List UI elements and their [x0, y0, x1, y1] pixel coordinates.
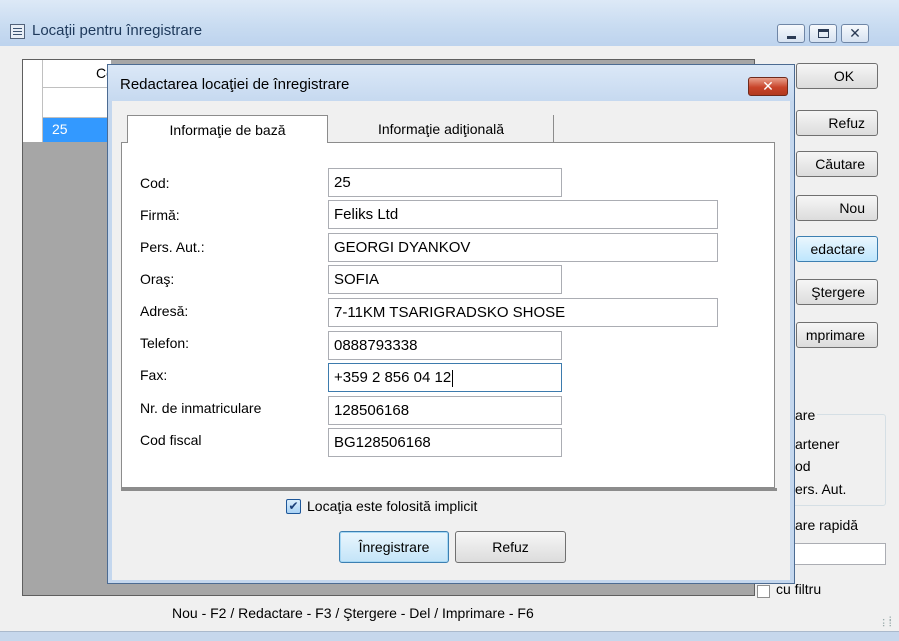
firma-field[interactable]: Feliks Ltd: [328, 200, 718, 229]
oras-label: Oraş:: [140, 271, 175, 287]
cod-fiscal-label: Cod fiscal: [140, 432, 202, 448]
delete-button[interactable]: Ştergere: [796, 279, 878, 305]
quick-search-input[interactable]: [780, 543, 886, 565]
close-icon: ✕: [762, 78, 774, 94]
minimize-icon: [787, 36, 796, 39]
cancel-button[interactable]: Refuz: [455, 531, 566, 563]
minimize-button[interactable]: [777, 24, 805, 43]
cod-field[interactable]: 25: [328, 168, 562, 197]
default-location-checkbox[interactable]: ✔: [286, 499, 301, 514]
tab-panel-border: [121, 488, 777, 491]
nr-inmatriculare-label: Nr. de inmatriculare: [140, 400, 262, 416]
grid-row-selector-column: [23, 60, 43, 118]
fax-label: Fax:: [140, 367, 168, 383]
window-title: Locaţii pentru înregistrare: [32, 22, 203, 39]
close-button[interactable]: ✕: [841, 24, 869, 43]
telefon-label: Telefon:: [140, 335, 190, 351]
ok-button[interactable]: OK: [796, 63, 878, 89]
save-button[interactable]: Înregistrare: [339, 531, 449, 563]
sort-group-title: are: [795, 407, 818, 423]
text-caret: [452, 369, 454, 387]
firma-label: Firmă:: [140, 207, 180, 223]
dialog-close-button[interactable]: ✕: [748, 77, 788, 96]
pers-aut-label: Pers. Aut.:: [140, 239, 205, 255]
new-button[interactable]: Nou: [796, 195, 878, 221]
adresa-label: Adresă:: [140, 303, 189, 319]
oras-field[interactable]: SOFIA: [328, 265, 562, 294]
maximize-button[interactable]: [809, 24, 837, 43]
telefon-field[interactable]: 0888793338: [328, 331, 562, 360]
adresa-field[interactable]: 7-11KM TSARIGRADSKO SHOSE: [328, 298, 718, 327]
fax-value: +359 2 856 04 12: [334, 369, 452, 386]
tab-basic-info[interactable]: Informaţie de bază: [127, 115, 328, 143]
table-icon: [10, 24, 25, 39]
edit-button[interactable]: edactare: [796, 236, 878, 262]
dialog-title: Redactarea locaţiei de înregistrare: [120, 76, 350, 93]
sort-option-partner[interactable]: artener: [795, 436, 839, 452]
resize-grip-icon[interactable]: ⠠⠰ ⠰⠸: [879, 614, 892, 629]
print-button[interactable]: mprimare: [796, 322, 878, 348]
default-location-label[interactable]: Locaţia este folosită implicit: [307, 498, 477, 514]
status-bar: [0, 631, 899, 641]
checkmark-icon: ✔: [288, 499, 299, 513]
fax-field[interactable]: +359 2 856 04 12: [328, 363, 562, 392]
maximize-icon: [818, 29, 829, 38]
grid-cell-cod[interactable]: 25: [52, 121, 68, 137]
sort-option-pers-aut[interactable]: ers. Aut.: [795, 481, 846, 497]
close-icon: ✕: [849, 25, 861, 41]
nr-inmatriculare-field[interactable]: 128506168: [328, 396, 562, 425]
filter-checkbox[interactable]: [757, 585, 770, 598]
cod-label: Cod:: [140, 175, 170, 191]
cod-fiscal-field[interactable]: BG128506168: [328, 428, 562, 457]
grid-row-indicator[interactable]: [23, 118, 43, 142]
quick-search-label: are rapidă: [795, 517, 859, 533]
pers-aut-field[interactable]: GEORGI DYANKOV: [328, 233, 718, 262]
grid-filter-row[interactable]: [43, 88, 111, 118]
search-button[interactable]: Căutare: [796, 151, 878, 177]
status-bar-text: Nou - F2 / Redactare - F3 / Ştergere - D…: [172, 605, 534, 621]
tab-additional-info[interactable]: Informaţie adiţională: [329, 115, 554, 143]
refuz-button[interactable]: Refuz: [796, 110, 878, 136]
sort-option-cod[interactable]: od: [795, 458, 811, 474]
